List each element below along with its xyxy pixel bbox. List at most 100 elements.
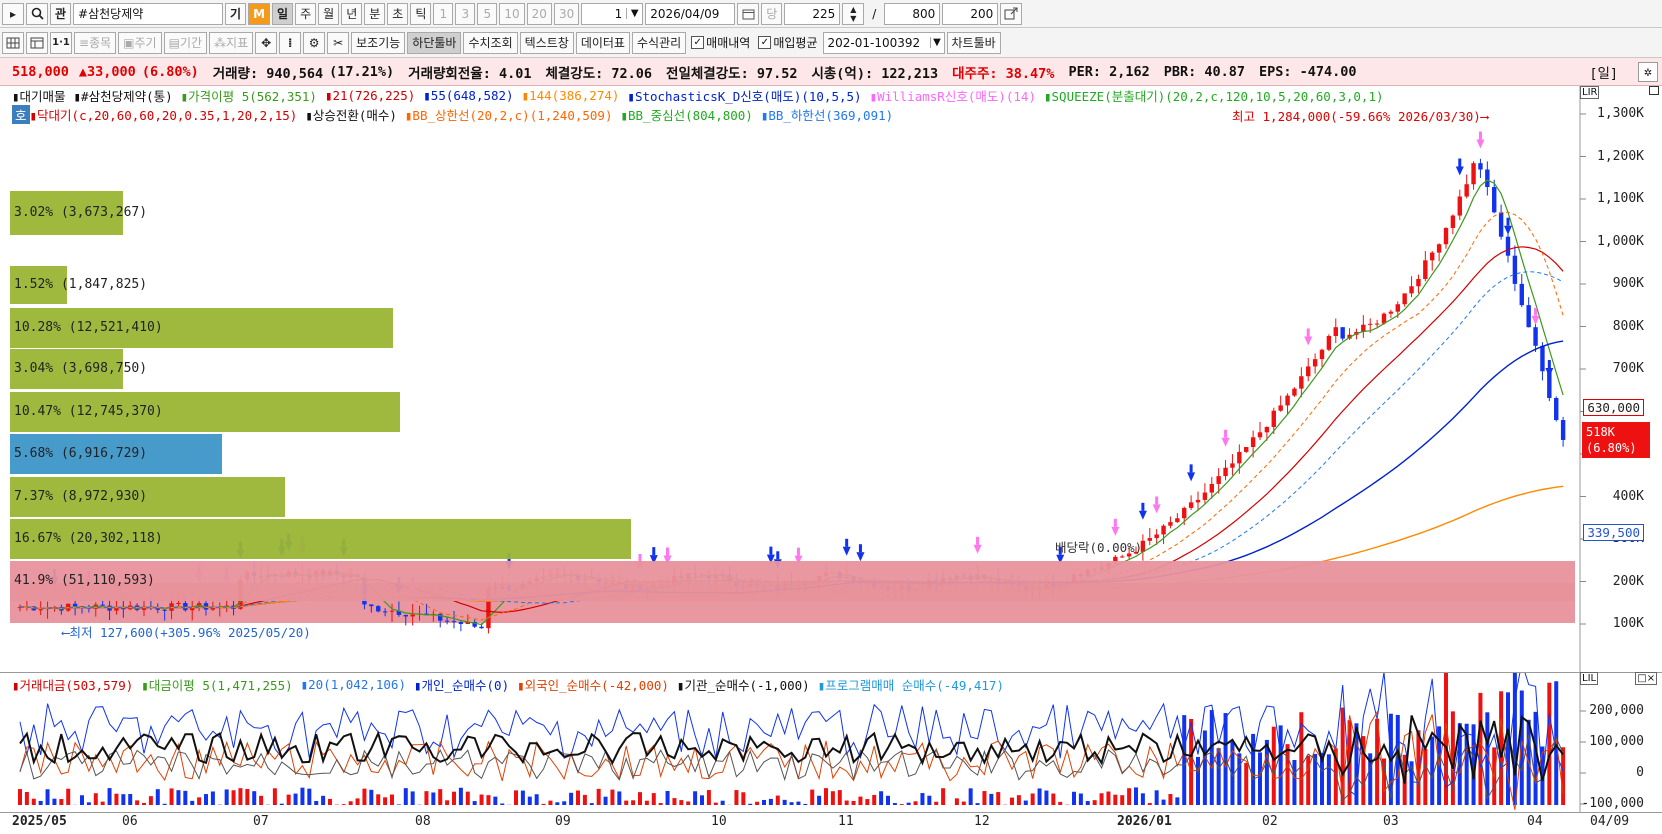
stock-list-label: 종목 [89, 36, 112, 50]
volume-bar [706, 790, 711, 805]
max-count-input[interactable]: 200 [942, 2, 999, 25]
account-select[interactable]: 202-01-100392 ▼ [822, 31, 945, 54]
period-year-tab[interactable]: 년 [341, 2, 363, 25]
export-icon[interactable] [1000, 2, 1023, 25]
value-lookup-button[interactable]: 수치조회 [463, 31, 518, 54]
aux-function-button[interactable]: 보조기능 [351, 31, 406, 54]
volume-bar [782, 799, 787, 805]
volume-panel[interactable]: ▮거래대금(503,579) ▮대금이평 5(1,471,255) ▮20(1,… [0, 672, 1662, 813]
panel-lock-icon[interactable]: LIR [1580, 86, 1600, 99]
stock-name-input[interactable]: #삼천당제약 [73, 2, 224, 25]
dang-button[interactable]: 당 [761, 2, 783, 25]
price-chart[interactable]: ▮대기매물 ▮#삼천당제약(통) ▮가격이평 5(562,351) ▮21(72… [0, 86, 1662, 674]
volume-bar [589, 803, 594, 805]
current-price-short: 518K [1586, 425, 1615, 439]
data-table-button[interactable]: 데이터표 [575, 31, 630, 54]
candle-body [1374, 323, 1380, 325]
candle-body [458, 622, 464, 624]
chart-toolbar-button[interactable]: 차트툴바 [946, 31, 1001, 54]
formula-manage-button[interactable]: 수식관리 [631, 31, 687, 54]
candle-body [389, 610, 395, 612]
candle-body [1457, 196, 1462, 216]
split-layout-icon[interactable] [26, 31, 48, 54]
calendar-icon[interactable] [737, 2, 760, 25]
minute-5-button[interactable]: 5 [477, 2, 498, 25]
volume-bar [865, 799, 870, 805]
candle-body [1319, 349, 1325, 360]
signal-arrow-icon [1455, 166, 1464, 176]
nav-arrow-button[interactable]: ▸ [2, 2, 24, 25]
total-count-field[interactable]: 800 [884, 2, 941, 25]
time-axis-tick: 04 [1527, 814, 1543, 829]
date-input[interactable]: 2026/04/09 [645, 2, 736, 25]
panel-close-icon[interactable]: □× [1635, 672, 1658, 685]
current-price: 518,000 [12, 63, 69, 80]
range-button[interactable]: ▤ 기간 [163, 31, 208, 54]
text-window-button[interactable]: 텍스트창 [519, 31, 574, 54]
volume-bar [286, 794, 291, 805]
current-price-pct: (6.80%) [1586, 441, 1637, 455]
legend-item: ▮55(648,582) [423, 87, 514, 103]
minute-20-button[interactable]: 20 [526, 2, 552, 25]
view-count-input[interactable]: 225 [784, 2, 841, 25]
grid-layout-icon[interactable] [2, 31, 24, 54]
time-axis-tick: 2026/01 [1117, 814, 1172, 829]
volume-bar [403, 788, 408, 805]
minute-10-button[interactable]: 10 [499, 2, 525, 25]
gwan-button[interactable]: 관 [50, 2, 72, 25]
gear-icon[interactable]: ✲ [1638, 61, 1658, 82]
bottom-toolbar-button[interactable]: 하단툴바 [407, 31, 462, 54]
volume-bar [520, 790, 525, 805]
panel-lock-icon[interactable]: LIL [1580, 672, 1599, 685]
candle-body [1409, 286, 1414, 294]
count-input[interactable]: 1 ▼ [581, 2, 644, 25]
price-axis-tick: 800K [1612, 318, 1644, 334]
period-minute-tab[interactable]: 분 [364, 2, 386, 25]
period-day-tab[interactable]: 일 [272, 2, 294, 25]
volume-profile-label: 5.68% (6,916,729) [14, 446, 148, 461]
panel-maximize-icon[interactable] [1648, 86, 1659, 95]
tools-icon[interactable]: ✂ [327, 31, 350, 54]
volume-bar [748, 803, 753, 805]
legend-item: ▮가격이평 5(562,351) [180, 88, 317, 104]
minute-30-button[interactable]: 30 [553, 2, 580, 25]
chevron-down-icon[interactable]: ▼ [929, 37, 944, 48]
volume-bar [155, 789, 160, 805]
volume-bar [1423, 748, 1428, 805]
period-week-tab[interactable]: 주 [295, 2, 317, 25]
stepper-icon[interactable]: ▲ ▼ [842, 2, 865, 25]
bar-tool-icon[interactable]: ⁞ [279, 31, 302, 54]
cycle-button[interactable]: ▣ 주기 [118, 31, 162, 54]
legend-row-2: 호 ▮닥대기(c,20,60,60,20,0.35,1,20,2,15) ▮상승… [12, 104, 901, 124]
candle-body [1154, 534, 1159, 539]
candle-body [1216, 476, 1221, 484]
crosshair-move-icon[interactable]: ✥ [255, 31, 278, 54]
period-month-tab[interactable]: 월 [318, 2, 340, 25]
avg-price-checkbox[interactable]: ✓ 매입평균 [758, 34, 818, 51]
stock-list-button[interactable]: ≡ 종목 [74, 31, 117, 54]
volume-bar [1016, 795, 1021, 805]
trade-history-checkbox[interactable]: ✓ 매매내역 [691, 34, 750, 51]
search-icon[interactable] [26, 2, 48, 25]
signal-arrow-stem [858, 544, 862, 553]
gi-button[interactable]: 기 [225, 2, 247, 25]
legend-item: ▮대금이평 5(1,471,255) [141, 677, 293, 693]
period-tick-tab[interactable]: 틱 [410, 2, 432, 25]
gear-icon[interactable]: ⚙ [303, 31, 326, 54]
legend-badge[interactable]: 호 [12, 104, 30, 124]
indicator-button[interactable]: ⁂ 지표 [209, 31, 254, 54]
m-button[interactable]: M [248, 2, 271, 25]
volume-bar [121, 794, 126, 805]
period-tag: [일] [1589, 65, 1618, 82]
volume-panel-canvas[interactable] [0, 673, 1662, 813]
minute-1-button[interactable]: 1 [433, 2, 454, 25]
volume-bar [128, 794, 133, 805]
volume-bar [1251, 733, 1256, 805]
one-to-one-icon[interactable]: 1·1 [50, 31, 72, 54]
candle-body [403, 614, 408, 617]
minute-3-button[interactable]: 3 [455, 2, 476, 25]
volume-bar [961, 801, 966, 805]
period-second-tab[interactable]: 초 [387, 2, 409, 25]
candle-body [1161, 525, 1166, 535]
chevron-down-icon[interactable]: ▼ [626, 8, 642, 19]
